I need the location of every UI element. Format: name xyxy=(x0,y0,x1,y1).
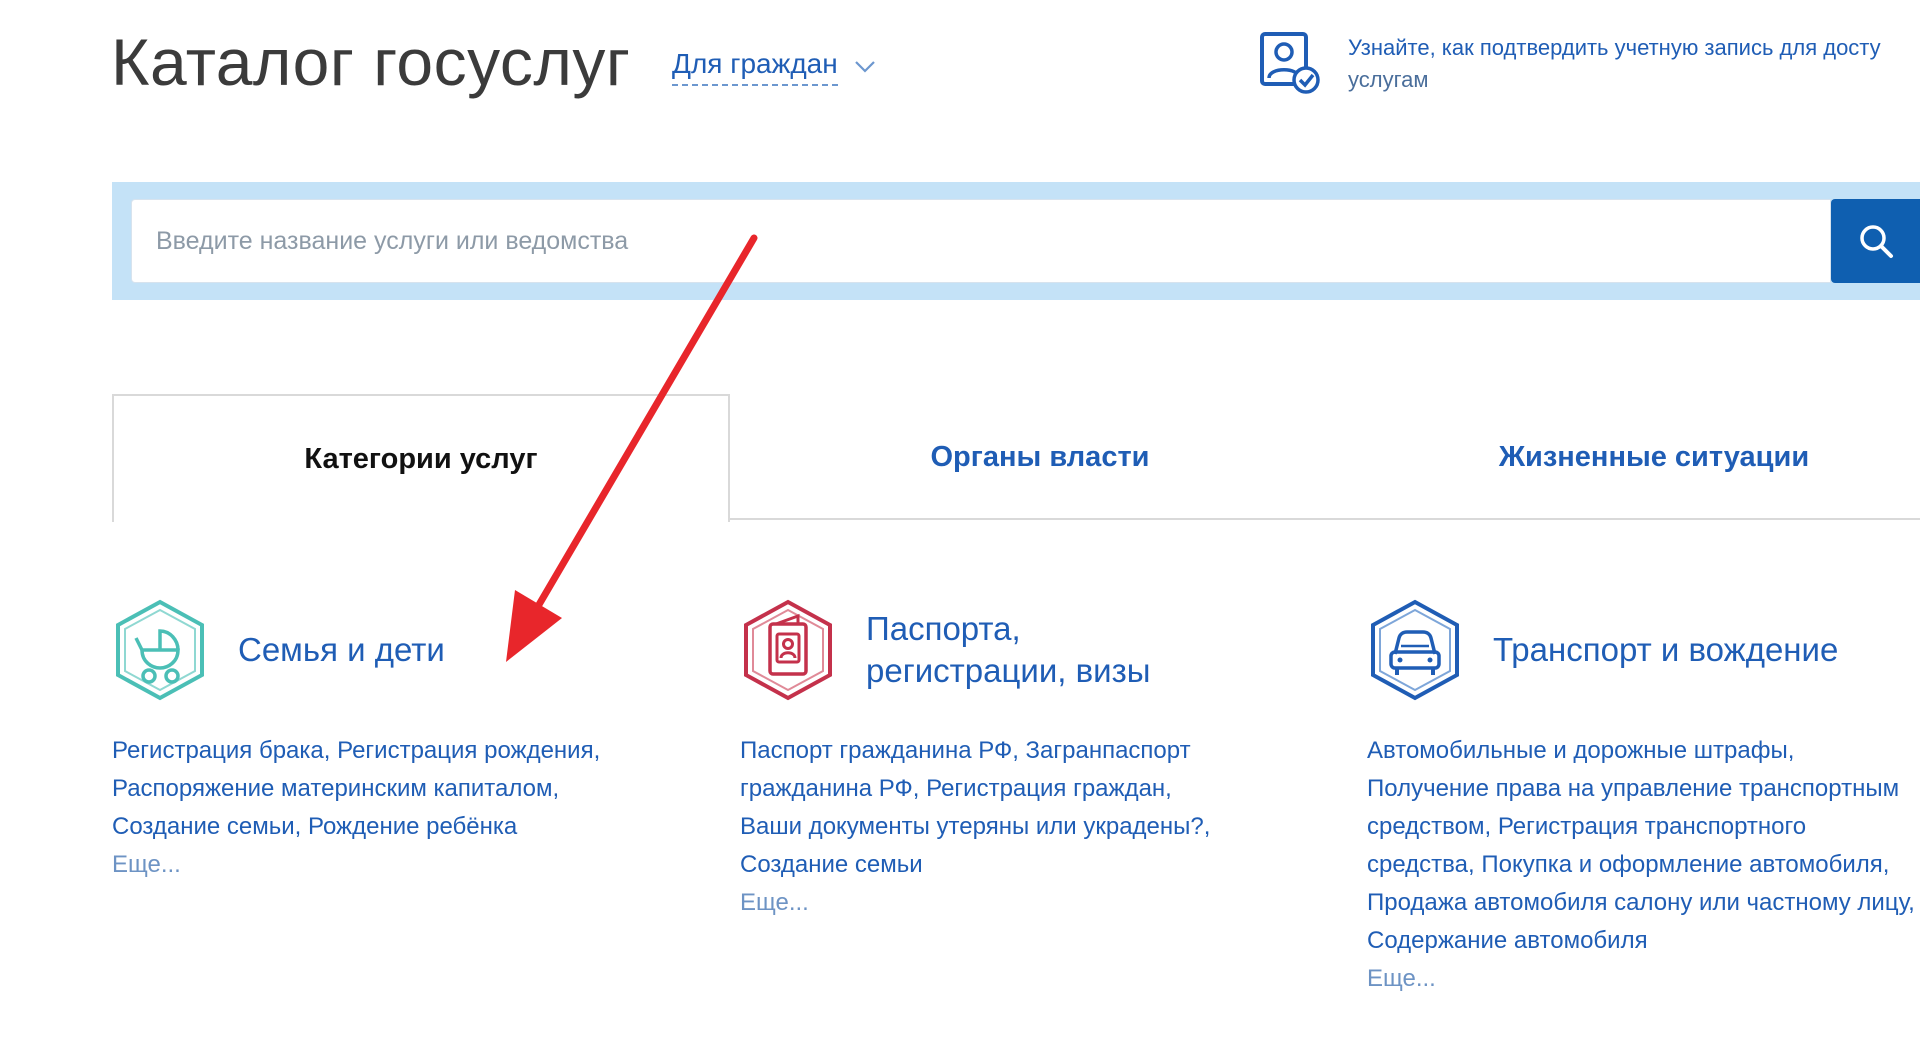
category-header[interactable]: Семья и дети xyxy=(112,598,672,702)
category-title[interactable]: Транспорт и вождение xyxy=(1493,629,1838,671)
search-icon xyxy=(1859,225,1893,258)
search-button[interactable] xyxy=(1831,199,1920,283)
service-link[interactable]: Ваши документы утеряны или украдены?, xyxy=(740,813,1210,840)
service-link[interactable]: Содержание автомобиля xyxy=(1367,927,1648,954)
service-link[interactable]: Продажа автомобиля салону или частному л… xyxy=(1367,889,1915,916)
stroller-icon[interactable] xyxy=(112,598,208,702)
service-link[interactable]: Покупка и оформление автомобиля, xyxy=(1481,851,1889,878)
category-title[interactable]: Семья и дети xyxy=(238,629,445,671)
category-links: Автомобильные и дорожные штрафы, Получен… xyxy=(1367,732,1920,998)
category-transport: Транспорт и вождение Автомобильные и дор… xyxy=(1367,598,1920,998)
verify-text-line2[interactable]: услугам xyxy=(1348,64,1920,96)
service-link[interactable]: Регистрация граждан, xyxy=(926,775,1172,802)
tab-authorities[interactable]: Органы власти xyxy=(730,394,1350,520)
category-header[interactable]: Паспорта, регистрации, визы xyxy=(740,598,1300,702)
service-link[interactable]: Автомобильные и дорожные штрафы, xyxy=(1367,737,1794,764)
category-title-line2[interactable]: регистрации, визы xyxy=(866,652,1150,689)
service-link[interactable]: Паспорт гражданина РФ, xyxy=(740,737,1019,764)
category-family: Семья и дети Регистрация брака, Регистра… xyxy=(112,598,672,884)
category-title[interactable]: Паспорта, регистрации, визы xyxy=(866,608,1150,692)
chevron-down-icon[interactable] xyxy=(852,54,878,80)
service-link[interactable]: Распоряжение материнским капиталом, xyxy=(112,775,559,802)
category-header[interactable]: Транспорт и вождение xyxy=(1367,598,1920,702)
service-link[interactable]: Создание семьи xyxy=(740,851,923,878)
service-link[interactable]: Регистрация брака, xyxy=(112,737,330,764)
audience-dropdown[interactable]: Для граждан xyxy=(672,48,878,86)
verify-account-link[interactable]: Узнайте, как подтвердить учетную запись … xyxy=(1348,32,1920,96)
verified-account-icon xyxy=(1260,32,1320,94)
service-link[interactable]: Создание семьи, xyxy=(112,813,301,840)
category-links: Регистрация брака, Регистрация рождения,… xyxy=(112,732,672,884)
service-link[interactable]: Рождение ребёнка xyxy=(308,813,517,840)
audience-label[interactable]: Для граждан xyxy=(672,48,838,86)
more-link[interactable]: Еще... xyxy=(740,884,1300,922)
tab-categories[interactable]: Категории услуг xyxy=(112,394,730,522)
car-icon[interactable] xyxy=(1367,598,1463,702)
more-link[interactable]: Еще... xyxy=(1367,960,1920,998)
verify-text-line1[interactable]: Узнайте, как подтвердить учетную запись … xyxy=(1348,32,1920,64)
category-links: Паспорт гражданина РФ, Загранпаспорт гра… xyxy=(740,732,1300,922)
more-link[interactable]: Еще... xyxy=(112,846,672,884)
passport-icon[interactable] xyxy=(740,598,836,702)
category-passports: Паспорта, регистрации, визы Паспорт граж… xyxy=(740,598,1300,922)
tab-life-situations[interactable]: Жизненные ситуации xyxy=(1350,394,1920,520)
service-link[interactable]: Регистрация рождения, xyxy=(337,737,600,764)
search-input[interactable] xyxy=(131,199,1831,283)
page-title: Каталог госуслуг xyxy=(111,25,631,99)
category-title-line1[interactable]: Паспорта, xyxy=(866,610,1021,647)
page: Каталог госуслуг Для граждан Узнайте, ка… xyxy=(0,0,1920,1037)
